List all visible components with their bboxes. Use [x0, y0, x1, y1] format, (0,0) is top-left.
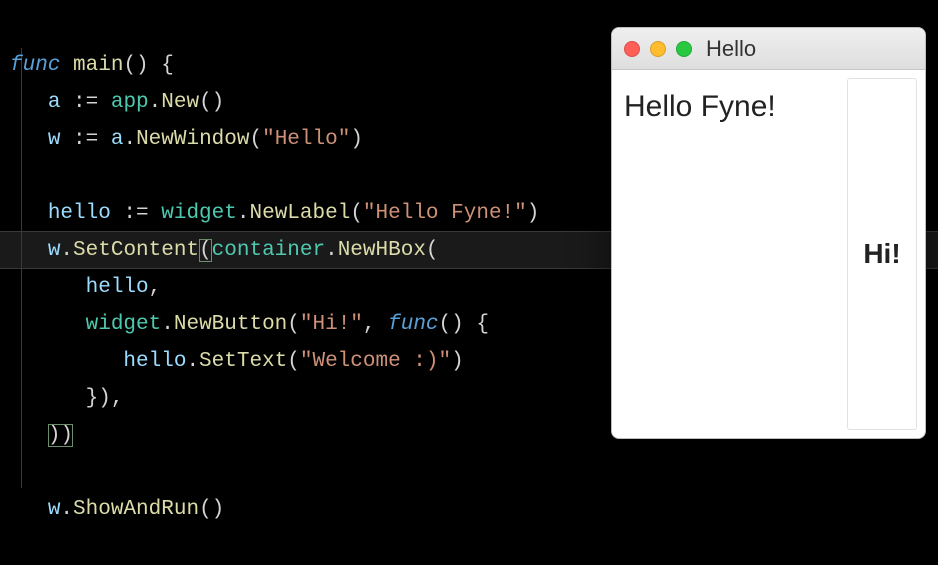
pkg-app: app: [111, 91, 149, 114]
fn-NewHBox: NewHBox: [338, 239, 426, 262]
fn-ShowAndRun: ShowAndRun: [73, 498, 199, 521]
hi-button[interactable]: Hi!: [863, 238, 900, 270]
str-hi: "Hi!": [300, 313, 363, 336]
ident-w: w: [48, 128, 61, 151]
close-icon[interactable]: [624, 41, 640, 57]
greeting-label: Hello Fyne!: [620, 78, 847, 136]
ident-hello: hello: [48, 202, 111, 225]
fn-NewWindow: NewWindow: [136, 128, 249, 151]
zoom-icon[interactable]: [676, 41, 692, 57]
ident-a: a: [48, 91, 61, 114]
minimize-icon[interactable]: [650, 41, 666, 57]
fn-New: New: [161, 91, 199, 114]
window-content: Hello Fyne! Hi!: [612, 70, 925, 438]
fn-NewLabel: NewLabel: [249, 202, 350, 225]
app-window: Hello Hello Fyne! Hi!: [611, 27, 926, 439]
pkg-widget: widget: [161, 202, 237, 225]
keyword-func: func: [10, 54, 60, 77]
button-container: Hi!: [847, 78, 917, 430]
bracket-open: (: [199, 239, 212, 262]
func-name-main: main: [73, 54, 123, 77]
window-titlebar[interactable]: Hello: [612, 28, 925, 70]
str-hello-fyne: "Hello Fyne!": [363, 202, 527, 225]
window-title: Hello: [706, 36, 756, 62]
bracket-close: )): [48, 424, 73, 447]
traffic-lights: [624, 41, 692, 57]
pkg-container: container: [212, 239, 325, 262]
fn-NewButton: NewButton: [174, 313, 287, 336]
str-welcome: "Welcome :)": [300, 350, 451, 373]
str-hello: "Hello": [262, 128, 350, 151]
code-block: func main() { a := app.New() w := a.NewW…: [10, 10, 539, 565]
fn-SetText: SetText: [199, 350, 287, 373]
punct: () {: [123, 54, 173, 77]
fn-SetContent: SetContent: [73, 239, 199, 262]
keyword-func: func: [388, 313, 438, 336]
